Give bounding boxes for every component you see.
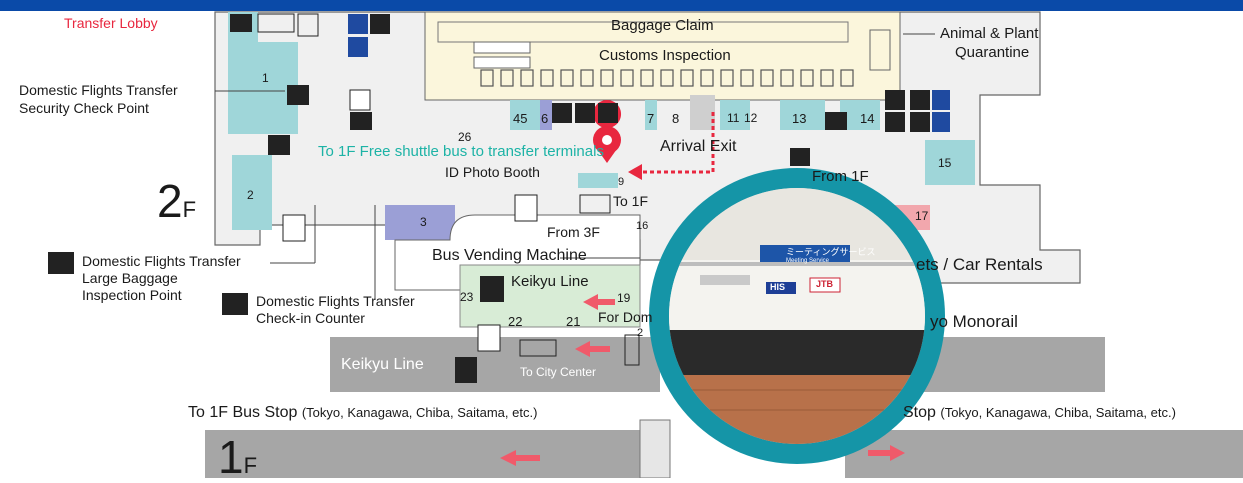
customs-label: Customs Inspection <box>599 47 731 64</box>
area-number: 1 <box>262 71 269 85</box>
area-number: 14 <box>860 111 875 126</box>
keikyu-line-1f-label: Keikyu Line <box>341 356 424 373</box>
bus-stop-right-sub: (Tokyo, Kanagawa, Chiba, Saitama, etc.) <box>940 405 1176 420</box>
checkin-label-1: Domestic Flights Transfer <box>256 293 415 309</box>
for-dom-label: For Dom <box>598 309 653 325</box>
checkin-label-2: Check-in Counter <box>256 310 365 326</box>
bus-vending-label: Bus Vending Machine <box>432 247 587 264</box>
keikyu-line-2f-label: Keikyu Line <box>511 273 589 290</box>
area-number: 21 <box>566 314 581 329</box>
floor-2-number: 2 <box>157 175 183 227</box>
area-number: 9 <box>618 176 625 188</box>
escalator-1f <box>639 419 671 478</box>
bus-stop-left-main: To 1F Bus Stop <box>188 404 298 421</box>
area-number: 7 <box>647 111 655 126</box>
bus-stop-left-label: To 1F Bus Stop (Tokyo, Kanagawa, Chiba, … <box>188 404 537 422</box>
arrival-exit-label: Arrival Exit <box>660 138 737 155</box>
floor-1-number: 1 <box>218 431 244 483</box>
from-3f-label: From 3F <box>547 224 600 240</box>
floor-1-suffix: F <box>243 453 258 478</box>
area-number: 12 <box>744 111 758 125</box>
bus-stop-right-label: Stop (Tokyo, Kanagawa, Chiba, Saitama, e… <box>903 404 1176 422</box>
airport-floor-map: Transfer Lobby Baggage Claim Customs Ins… <box>0 0 1243 482</box>
photo-brand-jtb: JTB <box>816 279 834 289</box>
tickets-label: ets / Car Rentals <box>916 255 1043 274</box>
dom-security-label-1: Domestic Flights Transfer <box>19 82 178 98</box>
belt-2 <box>473 56 531 69</box>
id-photo-label: ID Photo Booth <box>445 164 540 180</box>
exit-gate <box>690 95 715 130</box>
area-number: 15 <box>938 156 952 170</box>
meeting-service-photo <box>649 168 945 464</box>
bus-stop-right-main: Stop <box>903 404 936 421</box>
area-number: 22 <box>508 314 523 329</box>
quarantine-label-2: Quarantine <box>955 44 1030 61</box>
shuttle-label: To 1F Free shuttle bus to transfer termi… <box>318 143 604 160</box>
baggage-claim-label: Baggage Claim <box>611 17 714 34</box>
large-baggage-label-2: Large Baggage <box>82 270 178 286</box>
photo-sign-en: Meeting Service <box>786 258 830 264</box>
dom-security-label-2: Security Check Point <box>19 100 149 116</box>
transfer-lobby-label: Transfer Lobby <box>64 15 158 31</box>
area-number: 2 <box>637 327 644 339</box>
floor-2-suffix: F <box>182 197 197 222</box>
area-number: 23 <box>460 290 474 304</box>
large-baggage-label-1: Domestic Flights Transfer <box>82 253 241 269</box>
quarantine-label-1: Animal & Plant <box>940 25 1039 42</box>
area-number: 19 <box>617 291 631 305</box>
area-number: 13 <box>792 111 807 126</box>
area-number: 26 <box>458 130 472 144</box>
floor-2-marker: 2F <box>157 176 196 227</box>
area-number: 3 <box>420 215 427 229</box>
area-number: 11 <box>727 111 740 125</box>
area-number: 8 <box>672 111 680 126</box>
from-1f-label: From 1F <box>812 168 869 185</box>
bus-corridor-left <box>205 430 665 478</box>
top-bar <box>0 0 1243 11</box>
area-number: 17 <box>915 209 929 223</box>
bus-corridor-right <box>845 430 1243 478</box>
to-city-center-label: To City Center <box>520 365 597 379</box>
area-number: 16 <box>636 220 649 232</box>
area-number: 2 <box>247 188 254 202</box>
area-number: 45 <box>513 111 528 126</box>
large-baggage-label-3: Inspection Point <box>82 287 182 303</box>
photo-brand-his: HIS <box>770 282 786 292</box>
floor-1-marker: 1F <box>218 432 257 483</box>
area-9 <box>578 173 618 188</box>
belt-1 <box>473 41 531 54</box>
to-1f-label: To 1F <box>613 193 649 209</box>
monorail-label: yo Monorail <box>930 312 1018 331</box>
photo-sign-jp: ミーティングサービス <box>786 247 876 257</box>
area-number: 6 <box>541 111 549 126</box>
bus-stop-left-sub: (Tokyo, Kanagawa, Chiba, Saitama, etc.) <box>301 405 538 420</box>
